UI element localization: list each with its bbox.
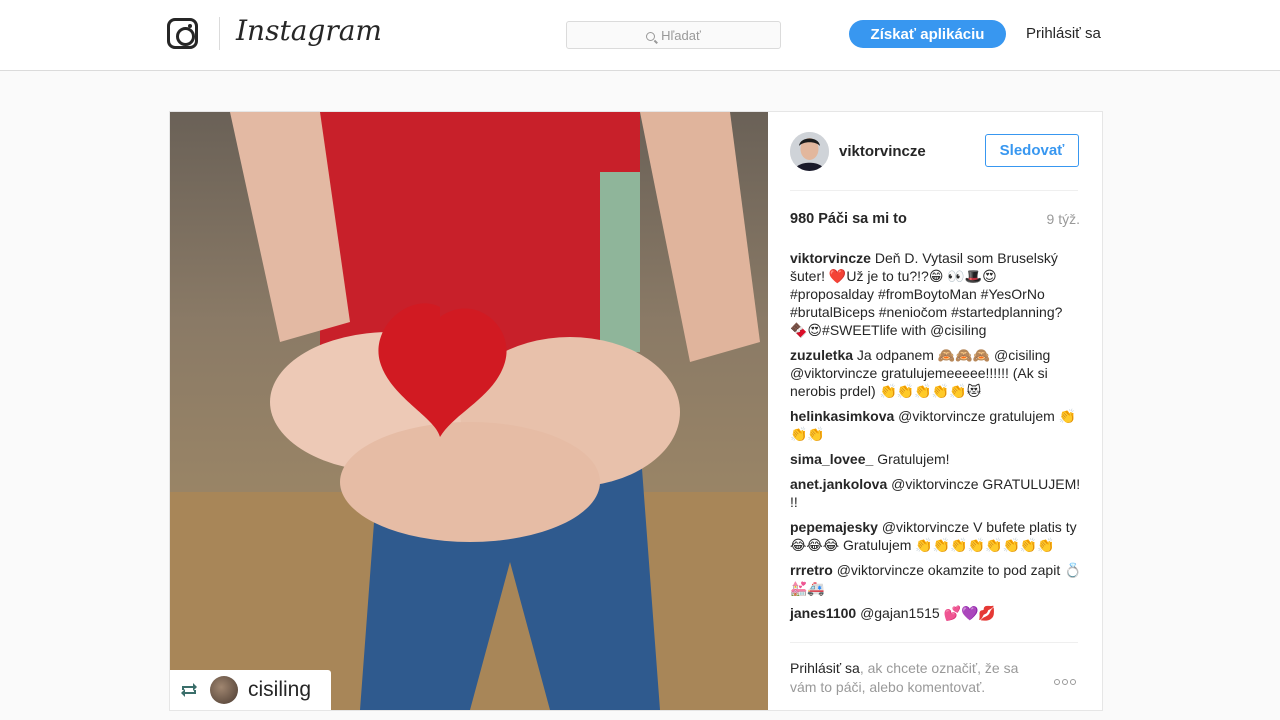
instagram-camera-icon[interactable] bbox=[167, 18, 198, 49]
brand-divider bbox=[219, 17, 220, 50]
post-sidebar: viktorvincze Sledovať 980 Páči sa mi to … bbox=[768, 112, 1102, 710]
comment-item: sima_lovee_ Gratulujem! bbox=[790, 450, 1082, 468]
comment-username[interactable]: janes1100 bbox=[790, 605, 856, 621]
comment-item: helinkasimkova @viktorvincze gratulujem … bbox=[790, 407, 1082, 443]
comment-item: pepemajesky @viktorvincze V bufete plati… bbox=[790, 518, 1082, 554]
divider bbox=[790, 642, 1078, 643]
comment-text: Gratulujem! bbox=[877, 451, 950, 467]
login-prompt: Prihlásiť sa, ak chcete označiť, že sa v… bbox=[790, 659, 1040, 697]
likes-count[interactable]: 980 Páči sa mi to bbox=[790, 211, 907, 227]
comment-text: @gajan1515 💕💜💋 bbox=[860, 605, 996, 621]
comment-username[interactable]: viktorvincze bbox=[790, 250, 871, 266]
post-photo-illustration bbox=[170, 112, 768, 710]
author-avatar-image bbox=[790, 132, 829, 171]
comment-item: viktorvincze Deň D. Vytasil som Bruselsk… bbox=[790, 249, 1082, 339]
repost-tag[interactable]: cisiling bbox=[170, 670, 331, 710]
search-icon bbox=[646, 32, 656, 41]
author-username[interactable]: viktorvincze bbox=[839, 143, 926, 160]
comment-username[interactable]: anet.jankolova bbox=[790, 476, 887, 492]
comment-username[interactable]: sima_lovee_ bbox=[790, 451, 873, 467]
instagram-logo[interactable]: Instagram bbox=[236, 14, 382, 47]
search-placeholder: Hľadať bbox=[661, 28, 701, 43]
search-input[interactable]: Hľadať bbox=[566, 21, 781, 49]
repost-icon bbox=[181, 683, 197, 697]
author-avatar[interactable] bbox=[790, 132, 829, 171]
divider bbox=[790, 190, 1078, 191]
comment-list: viktorvincze Deň D. Vytasil som Bruselsk… bbox=[790, 249, 1082, 629]
comment-item: anet.jankolova @viktorvincze GRATULUJEM!… bbox=[790, 475, 1082, 511]
more-options-icon[interactable] bbox=[1054, 672, 1080, 685]
comment-item: zuzuletka Ja odpanem 🙈🙈🙈 @cisiling @vikt… bbox=[790, 346, 1082, 400]
comment-text: @viktorvincze okamzite to pod zapit 💍💒🚑 bbox=[790, 562, 1082, 596]
comment-username[interactable]: helinkasimkova bbox=[790, 408, 894, 424]
comment-item: janes1100 @gajan1515 💕💜💋 bbox=[790, 604, 1082, 622]
repost-avatar bbox=[210, 676, 238, 704]
post-card: cisiling viktorvincze Sledovať 980 Páči … bbox=[169, 111, 1103, 711]
comment-item: rrretro @viktorvincze okamzite to pod za… bbox=[790, 561, 1082, 597]
post-age[interactable]: 9 týž. bbox=[1047, 211, 1080, 227]
post-author-header: viktorvincze Sledovať bbox=[790, 132, 1080, 172]
comment-username[interactable]: pepemajesky bbox=[790, 519, 878, 535]
follow-button[interactable]: Sledovať bbox=[985, 134, 1079, 167]
top-navigation-bar: Instagram Hľadať Získať aplikáciu Prihlá… bbox=[0, 0, 1280, 71]
comment-username[interactable]: zuzuletka bbox=[790, 347, 853, 363]
login-link[interactable]: Prihlásiť sa bbox=[1026, 25, 1101, 42]
post-photo[interactable]: cisiling bbox=[170, 112, 768, 710]
repost-username[interactable]: cisiling bbox=[248, 678, 311, 702]
login-prompt-link[interactable]: Prihlásiť sa bbox=[790, 660, 860, 676]
comment-username[interactable]: rrretro bbox=[790, 562, 833, 578]
get-app-button[interactable]: Získať aplikáciu bbox=[849, 20, 1006, 48]
